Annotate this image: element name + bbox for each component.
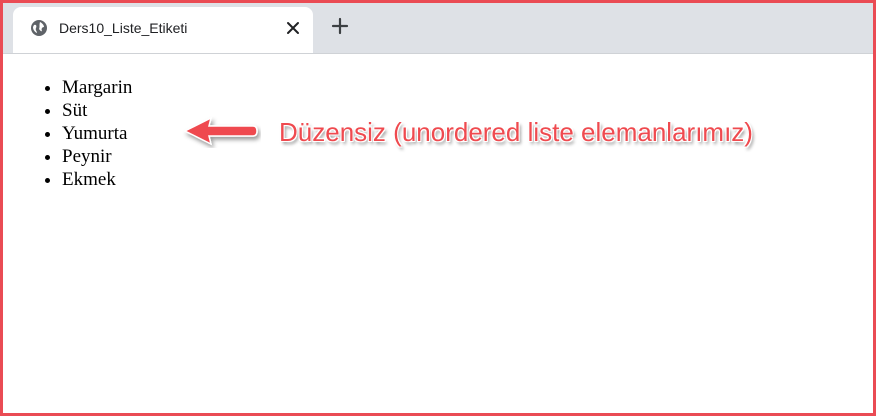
list-item: Margarin — [62, 76, 132, 99]
tab-strip: Ders10_Liste_Etiketi — [3, 3, 873, 54]
annotation-label: Düzensiz (unordered liste elemanlarımız) — [279, 117, 753, 147]
screenshot-frame: Ders10_Liste_Etiketi Margarin Süt Yumurt… — [0, 0, 876, 416]
left-arrow-icon — [183, 116, 258, 146]
unordered-list: Margarin Süt Yumurta Peynir Ekmek — [3, 76, 132, 191]
list-item: Ekmek — [62, 168, 132, 191]
page-content: Margarin Süt Yumurta Peynir Ekmek Düzens… — [3, 54, 873, 413]
close-icon[interactable] — [284, 19, 302, 37]
browser-tab[interactable]: Ders10_Liste_Etiketi — [13, 7, 313, 53]
list-item: Peynir — [62, 145, 132, 168]
list-item: Yumurta — [62, 122, 132, 145]
tab-title: Ders10_Liste_Etiketi — [59, 20, 188, 36]
plus-icon[interactable] — [329, 15, 351, 37]
list-item: Süt — [62, 99, 132, 122]
globe-icon — [31, 20, 47, 36]
